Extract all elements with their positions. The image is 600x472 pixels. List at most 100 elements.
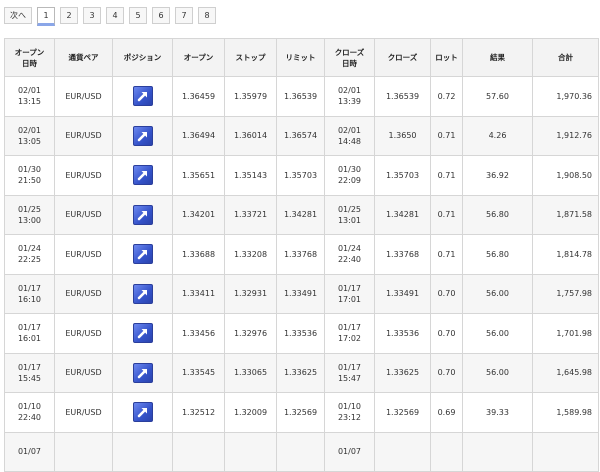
currency-pair: EUR/USD <box>65 289 102 299</box>
next-page-button[interactable]: 次へ <box>4 7 32 24</box>
lot-cell: 0.71 <box>430 234 463 275</box>
table-row: 01/10 22:40 EUR/USD 1.32512 1.32009 1.32569 01… <box>4 392 599 433</box>
arrow-up-right-icon <box>132 125 153 146</box>
result-cell: 56.80 <box>462 234 533 275</box>
close-value: 1.33491 <box>385 289 420 299</box>
table-header-row: オープン 日時 通貨ペア ポジション オープン ストップ リミット クローズ 日時 クローズ ロット… <box>4 38 599 77</box>
stop-value: 1.32009 <box>233 407 268 417</box>
limit-cell: 1.36539 <box>276 76 325 117</box>
open-date: 01/25 <box>17 204 42 214</box>
table-row: 01/25 13:00 EUR/USD 1.34201 1.33721 1.34281 01… <box>4 194 599 235</box>
lot-cell: 0.70 <box>430 313 463 354</box>
close-datetime-cell: 01/30 22:09 <box>324 155 375 196</box>
close-cell: 1.33625 <box>374 352 431 393</box>
lot-cell: 0.69 <box>430 392 463 433</box>
total-value: 1,814.78 <box>556 249 592 259</box>
close-value: 1.34281 <box>385 210 420 220</box>
arrow-up-right-icon <box>132 283 153 304</box>
page-button-5[interactable]: 5 <box>129 7 147 24</box>
column-header: クローズ <box>374 38 431 77</box>
currency-pair: EUR/USD <box>65 407 102 417</box>
position-cell <box>112 155 173 196</box>
open-value: 1.33545 <box>181 368 216 378</box>
open-value: 1.33456 <box>181 328 216 338</box>
stop-cell <box>224 431 277 472</box>
pair-cell: EUR/USD <box>54 392 113 433</box>
limit-cell: 1.33625 <box>276 352 325 393</box>
result-cell: 56.00 <box>462 273 533 314</box>
column-header: 通貨ペア <box>54 38 113 77</box>
result-cell: 4.26 <box>462 115 533 156</box>
result-value: 36.92 <box>486 170 509 180</box>
stop-value: 1.32931 <box>233 289 268 299</box>
close-cell: 1.32569 <box>374 392 431 433</box>
close-datetime-cell: 01/25 13:01 <box>324 194 375 235</box>
total-cell: 1,912.76 <box>532 115 599 156</box>
open-date: 01/07 <box>17 447 42 457</box>
limit-cell: 1.33491 <box>276 273 325 314</box>
page-button-2[interactable]: 2 <box>60 7 78 24</box>
stop-cell: 1.33065 <box>224 352 277 393</box>
page-button-7[interactable]: 7 <box>175 7 193 24</box>
pagination: 次へ 1 2 3 4 5 6 7 8 <box>4 7 216 27</box>
close-datetime-cell: 01/10 23:12 <box>324 392 375 433</box>
page-button-3[interactable]: 3 <box>83 7 101 24</box>
page-button-6[interactable]: 6 <box>152 7 170 24</box>
arrow-up-right-icon <box>132 165 153 186</box>
table-row: 02/01 13:05 EUR/USD 1.36494 1.36014 1.36574 02… <box>4 115 599 156</box>
arrow-up-right-icon <box>132 362 153 383</box>
result-cell: 57.60 <box>462 76 533 117</box>
limit-cell: 1.34281 <box>276 194 325 235</box>
total-cell: 1,757.98 <box>532 273 599 314</box>
total-value: 1,908.50 <box>556 170 592 180</box>
close-cell: 1.36539 <box>374 76 431 117</box>
open-datetime-cell: 01/25 13:00 <box>4 194 55 235</box>
close-cell: 1.33536 <box>374 313 431 354</box>
stop-cell: 1.35979 <box>224 76 277 117</box>
close-date: 01/24 <box>337 244 362 254</box>
currency-pair: EUR/USD <box>65 131 102 141</box>
pair-cell: EUR/USD <box>54 76 113 117</box>
close-datetime-cell: 01/24 22:40 <box>324 234 375 275</box>
page-button-4[interactable]: 4 <box>106 7 124 24</box>
stop-value: 1.32976 <box>233 328 268 338</box>
close-value: 1.36539 <box>385 91 420 101</box>
lot-cell: 0.71 <box>430 194 463 235</box>
limit-value: 1.33536 <box>283 328 318 338</box>
stop-value: 1.36014 <box>233 131 268 141</box>
result-cell <box>462 431 533 472</box>
result-value: 56.80 <box>486 249 509 259</box>
stop-cell: 1.33721 <box>224 194 277 235</box>
limit-value: 1.33768 <box>283 249 318 259</box>
open-cell: 1.33456 <box>172 313 225 354</box>
close-date: 01/30 <box>337 165 362 175</box>
close-value: 1.33768 <box>385 249 420 259</box>
stop-cell: 1.32009 <box>224 392 277 433</box>
close-date: 02/01 <box>337 125 362 135</box>
stop-cell: 1.36014 <box>224 115 277 156</box>
column-header: 結果 <box>462 38 533 77</box>
total-value: 1,589.98 <box>556 407 592 417</box>
result-value: 39.33 <box>486 407 509 417</box>
close-cell: 1.3650 <box>374 115 431 156</box>
arrow-up-right-icon <box>132 402 153 423</box>
result-cell: 56.00 <box>462 313 533 354</box>
open-datetime-cell: 01/07 <box>4 431 55 472</box>
open-cell: 1.36459 <box>172 76 225 117</box>
open-time: 13:05 <box>17 136 42 146</box>
result-cell: 36.92 <box>462 155 533 196</box>
close-datetime-cell: 01/17 15:47 <box>324 352 375 393</box>
close-value: 1.3650 <box>388 131 417 141</box>
pair-cell: EUR/USD <box>54 194 113 235</box>
total-value: 1,970.36 <box>556 91 592 101</box>
column-header: オープン 日時 <box>4 38 55 77</box>
result-value: 56.80 <box>486 210 509 220</box>
close-time: 17:01 <box>337 294 362 304</box>
open-value: 1.35651 <box>181 170 216 180</box>
open-value: 1.33411 <box>181 289 216 299</box>
page-button-1[interactable]: 1 <box>37 7 55 26</box>
stop-cell: 1.33208 <box>224 234 277 275</box>
currency-pair: EUR/USD <box>65 249 102 259</box>
page-button-8[interactable]: 8 <box>198 7 216 24</box>
stop-cell: 1.32931 <box>224 273 277 314</box>
